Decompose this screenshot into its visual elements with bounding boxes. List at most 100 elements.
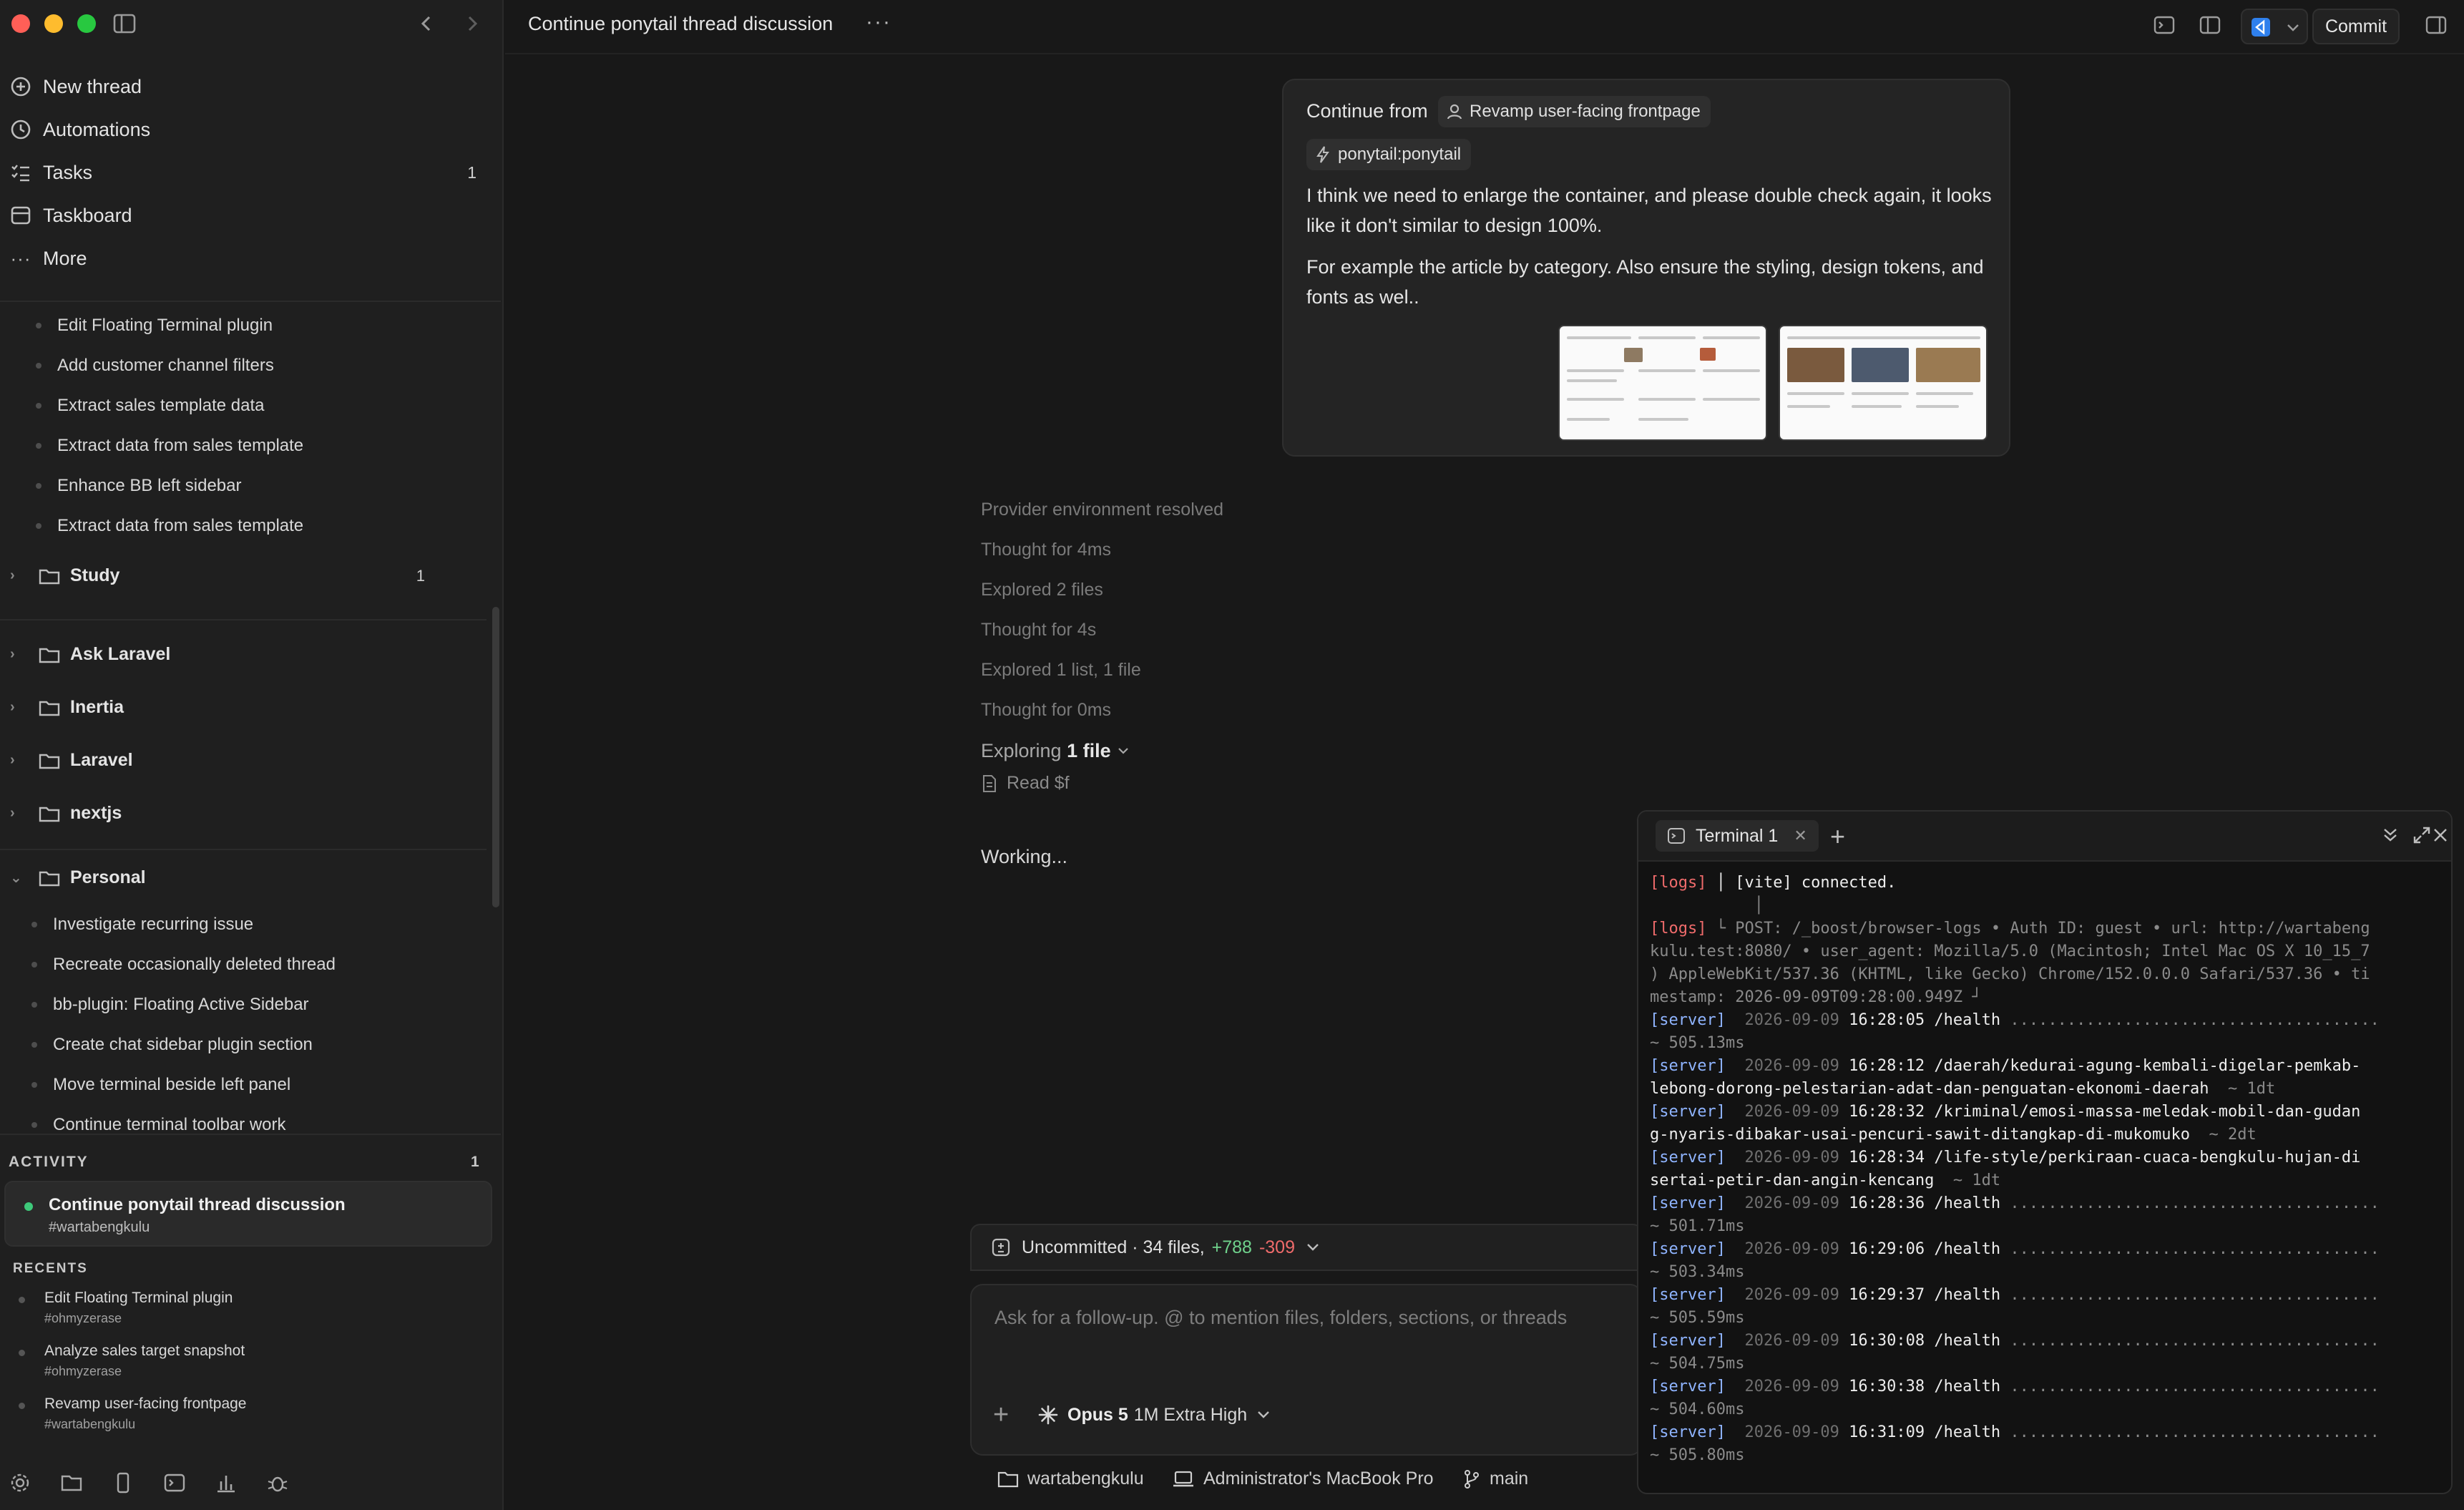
chart-icon[interactable] (215, 1471, 238, 1494)
continue-from-chip[interactable]: Revamp user-facing frontpage (1438, 96, 1711, 127)
diff-panel-icon[interactable] (2198, 13, 2222, 37)
activity-item[interactable]: Continue ponytail thread discussion #war… (4, 1181, 492, 1247)
thread-item[interactable]: Create chat sidebar plugin section (31, 1035, 313, 1055)
thread-item[interactable]: Add customer channel filters (36, 356, 274, 376)
project-selector[interactable]: wartabengkulu (997, 1468, 1144, 1489)
terminal-path: /kriminal/emosi-massa-meledak-mobil-dan-… (1925, 1103, 2361, 1121)
log-entry[interactable]: Thought for 4s (981, 620, 1096, 640)
terminal-date: 2026-09-09 (1725, 1149, 1839, 1166)
terminal-icon[interactable] (163, 1471, 186, 1494)
terminal-tag: [logs] (1650, 874, 1707, 892)
thread-item[interactable]: Extract data from sales template (36, 436, 303, 456)
nav-tasks[interactable]: Tasks 1 (9, 154, 488, 191)
close-terminal-icon[interactable] (2430, 824, 2451, 846)
thread-item[interactable]: Edit Floating Terminal plugin (36, 316, 273, 336)
terminal-tail: ....................................... (2000, 1011, 2380, 1029)
nav-automations[interactable]: Automations (9, 111, 488, 148)
attachment-thumbnail[interactable] (1779, 325, 1988, 441)
sidebar-scrollbar[interactable] (492, 607, 499, 907)
folder-study[interactable]: › Study 1 (10, 565, 425, 586)
terminal-path: g-nyaris-dibakar-usai-pencuri-sawit-dita… (1650, 1126, 2190, 1144)
sidebar-toggle-icon[interactable] (113, 13, 136, 34)
terminal-output[interactable]: [logs] │ [vite] connected. │ [logs] └ POS… (1650, 872, 2441, 1467)
forward-arrow-icon[interactable] (462, 13, 482, 34)
machine-selector[interactable]: Administrator's MacBook Pro (1172, 1468, 1434, 1489)
settings-gear-icon[interactable] (9, 1471, 31, 1494)
chevron-down-icon (1258, 1411, 1269, 1418)
terminal-line: [server] 2026-09-09 16:31:09 /health ...… (1650, 1421, 2441, 1444)
close-tab-icon[interactable]: ✕ (1794, 827, 1807, 845)
sidebar-divider (0, 619, 487, 620)
terminal-tag: [server] (1650, 1332, 1726, 1350)
folder-ask-laravel[interactable]: › Ask Laravel (10, 644, 425, 665)
thread-item[interactable]: Move terminal beside left panel (31, 1075, 290, 1095)
terminal-date: 2026-09-09 (1725, 1011, 1839, 1029)
thread-item[interactable]: Extract sales template data (36, 396, 264, 416)
folder-icon[interactable] (60, 1471, 83, 1494)
checklist-icon (9, 160, 33, 185)
terminal-line: [server] 2026-09-09 16:29:37 /health ...… (1650, 1284, 2441, 1307)
terminal-date: 2026-09-09 (1725, 1332, 1839, 1350)
nav-taskboard[interactable]: Taskboard (9, 197, 488, 234)
branch-chip[interactable]: ponytail:ponytail (1306, 139, 1472, 170)
terminal-line: ~ 501.71ms (1650, 1215, 2441, 1238)
terminal-time: 16:28:36 (1839, 1194, 1925, 1212)
bug-icon[interactable] (266, 1471, 289, 1494)
window-maximize-button[interactable] (77, 14, 96, 33)
open-in-editor-button[interactable] (2241, 9, 2308, 44)
phone-icon[interactable] (112, 1471, 135, 1494)
terminal-tag: [server] (1650, 1286, 1726, 1304)
window-minimize-button[interactable] (44, 14, 63, 33)
thread-item[interactable]: Recreate occasionally deleted thread (31, 955, 336, 975)
person-icon (1447, 104, 1462, 120)
thread-item[interactable]: bb-plugin: Floating Active Sidebar (31, 995, 309, 1015)
nav-new-thread[interactable]: New thread (9, 68, 488, 105)
terminal-line: [server] 2026-09-09 16:28:12 /daerah/ked… (1650, 1055, 2441, 1078)
thread-item[interactable]: Continue terminal toolbar work (31, 1115, 286, 1135)
folder-inertia[interactable]: › Inertia (10, 697, 425, 718)
model-selector[interactable]: Opus 5 1M Extra High (1037, 1404, 1271, 1426)
back-arrow-icon[interactable] (416, 13, 436, 34)
nav-label: New thread (43, 75, 142, 97)
thread-item[interactable]: Extract data from sales template (36, 516, 303, 536)
terminal-time: 16:30:08 (1839, 1332, 1925, 1350)
window-close-button[interactable] (11, 14, 30, 33)
terminal-date: 2026-09-09 (1725, 1378, 1839, 1395)
thread-item[interactable]: Enhance BB left sidebar (36, 476, 242, 496)
log-entry[interactable]: Thought for 4ms (981, 540, 1111, 560)
nav-more[interactable]: ··· More (9, 240, 488, 277)
terminal-time: 16:28:12 (1839, 1057, 1925, 1075)
folder-personal[interactable]: ⌄ Personal (10, 867, 425, 888)
log-entry[interactable]: Explored 1 list, 1 file (981, 660, 1141, 681)
terminal-tail: └ POST: /_boost/browser-logs • Auth ID: … (1706, 920, 2370, 937)
terminal-tag: [server] (1650, 1103, 1726, 1121)
app-window: New thread Automations Tasks 1 Taskboard… (0, 0, 2464, 1510)
read-file-entry: Read $f (981, 773, 1070, 794)
terminal-line: [server] 2026-09-09 16:28:36 /health ...… (1650, 1192, 2441, 1215)
log-entry[interactable]: Explored 2 files (981, 580, 1103, 600)
branch-selector[interactable]: main (1462, 1468, 1528, 1489)
folder-laravel[interactable]: › Laravel (10, 750, 425, 771)
thread-item[interactable]: Investigate recurring issue (31, 915, 253, 935)
terminal-line: [logs] │ [vite] connected. (1650, 872, 2441, 895)
collapse-down-icon[interactable] (2380, 824, 2401, 846)
log-entry[interactable]: Thought for 0ms (981, 700, 1111, 721)
folder-nextjs[interactable]: › nextjs (10, 803, 425, 824)
commit-button[interactable]: Commit (2312, 9, 2400, 44)
thread-more-button[interactable]: ··· (866, 10, 891, 34)
uncommitted-changes-bar[interactable]: Uncommitted · 34 files, +788 -309 (970, 1224, 1643, 1271)
right-panel-toggle-icon[interactable] (2424, 13, 2448, 37)
exploring-status[interactable]: Exploring 1 file (981, 740, 1130, 762)
new-terminal-button[interactable]: + (1830, 822, 1845, 852)
terminal-path: /life-style/perkiraan-cuaca-bengkulu-huj… (1925, 1149, 2361, 1166)
terminal-tag: [server] (1650, 1423, 1726, 1441)
follow-up-input[interactable]: Ask for a follow-up. @ to mention files,… (994, 1307, 1567, 1329)
add-attachment-button[interactable]: + (993, 1400, 1009, 1431)
log-entry[interactable]: Provider environment resolved (981, 500, 1223, 520)
terminal-tab[interactable]: Terminal 1 ✕ (1656, 820, 1819, 852)
attachment-thumbnail[interactable] (1558, 325, 1767, 441)
terminal-line: [server] 2026-09-09 16:28:34 /life-style… (1650, 1146, 2441, 1169)
terminal-line: [logs] └ POST: /_boost/browser-logs • Au… (1650, 917, 2441, 940)
terminal-tail: │ (1650, 897, 1764, 915)
terminal-toggle-icon[interactable] (2152, 13, 2176, 37)
